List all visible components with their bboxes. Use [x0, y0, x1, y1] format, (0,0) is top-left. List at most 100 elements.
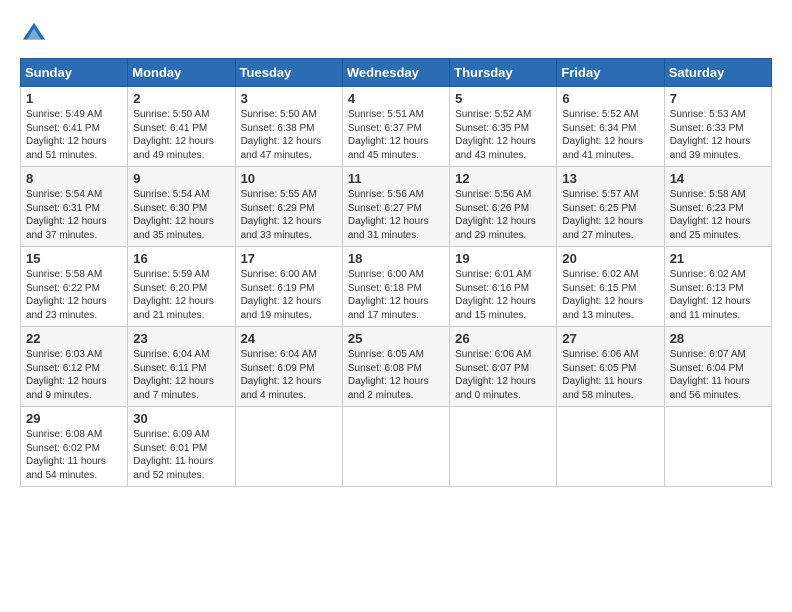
calendar-cell: 30Sunrise: 6:09 AM Sunset: 6:01 PM Dayli…: [128, 407, 235, 487]
day-number: 19: [455, 251, 551, 266]
day-info: Sunrise: 6:00 AM Sunset: 6:19 PM Dayligh…: [241, 268, 337, 322]
calendar-cell: 11Sunrise: 5:56 AM Sunset: 6:27 PM Dayli…: [342, 167, 449, 247]
calendar-table: Sunday Monday Tuesday Wednesday Thursday…: [20, 58, 772, 487]
day-info: Sunrise: 6:05 AM Sunset: 6:08 PM Dayligh…: [348, 348, 444, 402]
calendar-cell: 2Sunrise: 5:50 AM Sunset: 6:41 PM Daylig…: [128, 87, 235, 167]
day-number: 21: [670, 251, 766, 266]
calendar-week-row: 8 Sunrise: 5:54 AM Sunset: 6:31 PM Daylig…: [21, 167, 772, 247]
day-info: Sunrise: 5:56 AM Sunset: 6:27 PM Dayligh…: [348, 188, 444, 242]
day-number: 13: [562, 171, 658, 186]
calendar-cell: 22 Sunrise: 6:03 AM Sunset: 6:12 PM Dayli…: [21, 327, 128, 407]
day-number: 23: [133, 331, 229, 346]
day-info: Sunrise: 5:52 AM Sunset: 6:34 PM Dayligh…: [562, 108, 658, 162]
calendar-cell: 26 Sunrise: 6:06 AM Sunset: 6:07 PM Dayli…: [450, 327, 557, 407]
day-number: 5: [455, 91, 551, 106]
logo: [20, 20, 52, 48]
day-info: Sunrise: 5:59 AM Sunset: 6:20 PM Dayligh…: [133, 268, 229, 322]
day-info: Sunrise: 5:58 AM Sunset: 6:22 PM Dayligh…: [26, 268, 122, 322]
calendar-cell: 17 Sunrise: 6:00 AM Sunset: 6:19 PM Dayli…: [235, 247, 342, 327]
col-monday: Monday: [128, 59, 235, 87]
calendar-cell: 27 Sunrise: 6:06 AM Sunset: 6:05 PM Dayli…: [557, 327, 664, 407]
day-number: 12: [455, 171, 551, 186]
calendar-cell: 15 Sunrise: 5:58 AM Sunset: 6:22 PM Dayli…: [21, 247, 128, 327]
day-number: 16: [133, 251, 229, 266]
day-info: Sunrise: 6:06 AM Sunset: 6:07 PM Dayligh…: [455, 348, 551, 402]
day-info: Sunrise: 5:58 AM Sunset: 6:23 PM Dayligh…: [670, 188, 766, 242]
day-info: Sunrise: 5:51 AM Sunset: 6:37 PM Dayligh…: [348, 108, 444, 162]
calendar-cell: 16 Sunrise: 5:59 AM Sunset: 6:20 PM Dayli…: [128, 247, 235, 327]
day-info: Sunrise: 6:04 AM Sunset: 6:09 PM Dayligh…: [241, 348, 337, 402]
day-number: 22: [26, 331, 122, 346]
calendar-cell: 1Sunrise: 5:49 AM Sunset: 6:41 PM Daylig…: [21, 87, 128, 167]
calendar-body: 1Sunrise: 5:49 AM Sunset: 6:41 PM Daylig…: [21, 87, 772, 487]
day-info: Sunrise: 5:50 AM Sunset: 6:38 PM Dayligh…: [241, 108, 337, 162]
day-number: 10: [241, 171, 337, 186]
day-number: 7: [670, 91, 766, 106]
day-number: 28: [670, 331, 766, 346]
calendar-header-row: Sunday Monday Tuesday Wednesday Thursday…: [21, 59, 772, 87]
day-number: 27: [562, 331, 658, 346]
calendar-cell: [664, 407, 771, 487]
calendar-week-row: 15 Sunrise: 5:58 AM Sunset: 6:22 PM Dayli…: [21, 247, 772, 327]
day-info: Sunrise: 5:53 AM Sunset: 6:33 PM Dayligh…: [670, 108, 766, 162]
day-info: Sunrise: 6:04 AM Sunset: 6:11 PM Dayligh…: [133, 348, 229, 402]
calendar-cell: 20 Sunrise: 6:02 AM Sunset: 6:15 PM Dayli…: [557, 247, 664, 327]
calendar-cell: [235, 407, 342, 487]
logo-icon: [20, 20, 48, 48]
day-number: 30: [133, 411, 229, 426]
day-info: Sunrise: 5:54 AM Sunset: 6:30 PM Dayligh…: [133, 188, 229, 242]
calendar-cell: [342, 407, 449, 487]
day-info: Sunrise: 6:00 AM Sunset: 6:18 PM Dayligh…: [348, 268, 444, 322]
day-number: 29: [26, 411, 122, 426]
day-number: 14: [670, 171, 766, 186]
day-number: 3: [241, 91, 337, 106]
day-info: Sunrise: 6:02 AM Sunset: 6:15 PM Dayligh…: [562, 268, 658, 322]
day-number: 18: [348, 251, 444, 266]
calendar-week-row: 22 Sunrise: 6:03 AM Sunset: 6:12 PM Dayli…: [21, 327, 772, 407]
col-friday: Friday: [557, 59, 664, 87]
day-info: Sunrise: 6:01 AM Sunset: 6:16 PM Dayligh…: [455, 268, 551, 322]
calendar-cell: 12Sunrise: 5:56 AM Sunset: 6:26 PM Dayli…: [450, 167, 557, 247]
day-number: 15: [26, 251, 122, 266]
day-info: Sunrise: 6:03 AM Sunset: 6:12 PM Dayligh…: [26, 348, 122, 402]
day-number: 24: [241, 331, 337, 346]
day-info: Sunrise: 6:02 AM Sunset: 6:13 PM Dayligh…: [670, 268, 766, 322]
calendar-week-row: 29 Sunrise: 6:08 AM Sunset: 6:02 PM Dayli…: [21, 407, 772, 487]
calendar-cell: 7 Sunrise: 5:53 AM Sunset: 6:33 PM Daylig…: [664, 87, 771, 167]
calendar-cell: [450, 407, 557, 487]
col-tuesday: Tuesday: [235, 59, 342, 87]
day-info: Sunrise: 5:55 AM Sunset: 6:29 PM Dayligh…: [241, 188, 337, 242]
day-number: 26: [455, 331, 551, 346]
col-saturday: Saturday: [664, 59, 771, 87]
calendar-cell: 6Sunrise: 5:52 AM Sunset: 6:34 PM Daylig…: [557, 87, 664, 167]
calendar-cell: 28 Sunrise: 6:07 AM Sunset: 6:04 PM Dayli…: [664, 327, 771, 407]
calendar-week-row: 1Sunrise: 5:49 AM Sunset: 6:41 PM Daylig…: [21, 87, 772, 167]
calendar-cell: 21 Sunrise: 6:02 AM Sunset: 6:13 PM Dayli…: [664, 247, 771, 327]
day-info: Sunrise: 5:49 AM Sunset: 6:41 PM Dayligh…: [26, 108, 122, 162]
calendar-cell: 13 Sunrise: 5:57 AM Sunset: 6:25 PM Dayli…: [557, 167, 664, 247]
calendar-cell: 5 Sunrise: 5:52 AM Sunset: 6:35 PM Daylig…: [450, 87, 557, 167]
calendar-cell: 29 Sunrise: 6:08 AM Sunset: 6:02 PM Dayli…: [21, 407, 128, 487]
day-info: Sunrise: 5:52 AM Sunset: 6:35 PM Dayligh…: [455, 108, 551, 162]
day-info: Sunrise: 5:54 AM Sunset: 6:31 PM Dayligh…: [26, 188, 122, 242]
day-info: Sunrise: 6:07 AM Sunset: 6:04 PM Dayligh…: [670, 348, 766, 402]
day-info: Sunrise: 6:06 AM Sunset: 6:05 PM Dayligh…: [562, 348, 658, 402]
day-info: Sunrise: 6:08 AM Sunset: 6:02 PM Dayligh…: [26, 428, 122, 482]
day-number: 2: [133, 91, 229, 106]
calendar-cell: 4 Sunrise: 5:51 AM Sunset: 6:37 PM Daylig…: [342, 87, 449, 167]
calendar-cell: 8 Sunrise: 5:54 AM Sunset: 6:31 PM Daylig…: [21, 167, 128, 247]
day-number: 17: [241, 251, 337, 266]
calendar-cell: 19 Sunrise: 6:01 AM Sunset: 6:16 PM Dayli…: [450, 247, 557, 327]
day-info: Sunrise: 5:57 AM Sunset: 6:25 PM Dayligh…: [562, 188, 658, 242]
col-thursday: Thursday: [450, 59, 557, 87]
day-number: 4: [348, 91, 444, 106]
calendar-cell: 23 Sunrise: 6:04 AM Sunset: 6:11 PM Dayli…: [128, 327, 235, 407]
col-wednesday: Wednesday: [342, 59, 449, 87]
calendar-cell: 25 Sunrise: 6:05 AM Sunset: 6:08 PM Dayli…: [342, 327, 449, 407]
calendar-cell: 18 Sunrise: 6:00 AM Sunset: 6:18 PM Dayli…: [342, 247, 449, 327]
day-number: 20: [562, 251, 658, 266]
calendar-cell: 24 Sunrise: 6:04 AM Sunset: 6:09 PM Dayli…: [235, 327, 342, 407]
calendar-cell: 10 Sunrise: 5:55 AM Sunset: 6:29 PM Dayli…: [235, 167, 342, 247]
day-number: 25: [348, 331, 444, 346]
day-number: 8: [26, 171, 122, 186]
